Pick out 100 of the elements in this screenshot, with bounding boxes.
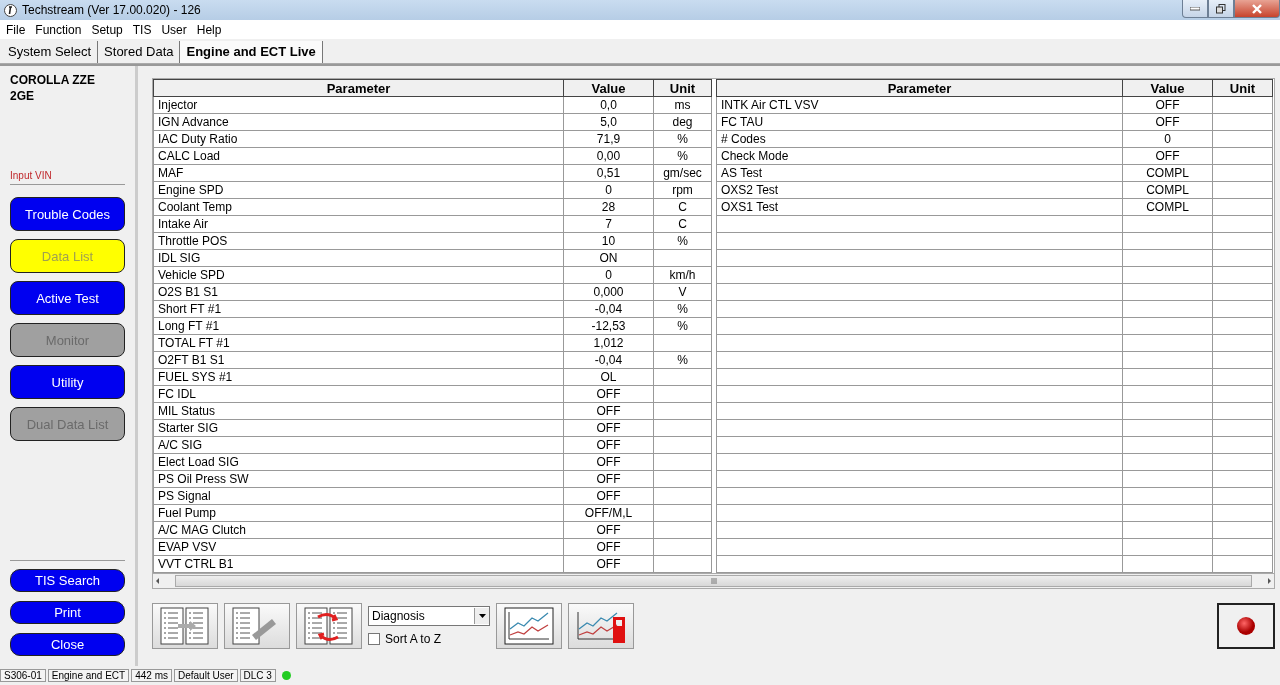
menu-item[interactable]: Function — [31, 22, 88, 37]
table-cell: 0 — [1122, 130, 1213, 148]
table-cell: -0,04 — [563, 351, 654, 369]
table-cell: OXS2 Test — [716, 181, 1123, 199]
table-cell: Fuel Pump — [153, 504, 564, 522]
table-cell: Starter SIG — [153, 419, 564, 437]
table-cell: AS Test — [716, 164, 1123, 182]
table-cell: MAF — [153, 164, 564, 182]
record-button[interactable] — [1217, 603, 1275, 649]
tab[interactable]: Engine and ECT Live — [180, 41, 323, 63]
status-field: S306-01 — [0, 669, 46, 682]
table-cell: OFF — [563, 402, 654, 420]
table-cell: % — [653, 130, 712, 148]
table-cell: A/C SIG — [153, 436, 564, 454]
list-transfer-icon — [160, 607, 210, 645]
maximize-button[interactable] — [1208, 0, 1234, 18]
sidebar-button[interactable]: Trouble Codes — [10, 197, 125, 231]
maximize-icon — [1216, 3, 1226, 14]
sidebar-button[interactable]: Print — [10, 601, 125, 624]
table-cell: 0,51 — [563, 164, 654, 182]
table-cell: OFF — [563, 538, 654, 556]
menu-item[interactable]: User — [157, 22, 193, 37]
table-cell: C — [653, 198, 712, 216]
table-cell: FUEL SYS #1 — [153, 368, 564, 386]
table-cell: 28 — [563, 198, 654, 216]
table-cell: rpm — [653, 181, 712, 199]
table-cell: PS Signal — [153, 487, 564, 505]
column-header[interactable]: Value — [1122, 79, 1213, 97]
sort-checkbox[interactable] — [368, 633, 380, 645]
window-title: Techstream (Ver 17.00.020) - 126 — [22, 3, 201, 17]
column-header[interactable]: Unit — [653, 79, 712, 97]
swap-list-button[interactable] — [296, 603, 362, 649]
mode-dropdown[interactable]: Diagnosis — [368, 606, 490, 626]
table-cell: OFF — [1122, 113, 1213, 131]
table-cell: OFF — [563, 453, 654, 471]
vehicle-name: COROLLA ZZE 2GE — [10, 72, 96, 104]
horizontal-scrollbar[interactable] — [152, 573, 1275, 589]
table-cell: % — [653, 351, 712, 369]
table-cell: OL — [563, 368, 654, 386]
sidebar-button[interactable]: TIS Search — [10, 569, 125, 592]
table-cell: 0,000 — [563, 283, 654, 301]
table-cell: O2FT B1 S1 — [153, 351, 564, 369]
menu-item[interactable]: TIS — [128, 22, 158, 37]
caret-icon — [478, 614, 486, 618]
edit-list-button[interactable] — [224, 603, 290, 649]
table-cell: Intake Air — [153, 215, 564, 233]
table-cell: V — [653, 283, 712, 301]
table-cell: OFF — [563, 436, 654, 454]
table-cell: % — [653, 232, 712, 250]
table-cell: ON — [563, 249, 654, 267]
table-cell: OFF — [563, 385, 654, 403]
input-vin-link[interactable]: Input VIN — [10, 170, 125, 185]
close-icon — [1252, 3, 1262, 14]
close-button[interactable] — [1234, 0, 1280, 18]
sidebar-button[interactable]: Close — [10, 633, 125, 656]
table-cell: OFF — [563, 555, 654, 573]
menu-item[interactable]: Setup — [87, 22, 129, 37]
table-cell: ms — [653, 96, 712, 114]
column-header[interactable]: Value — [563, 79, 654, 97]
table-cell: FC TAU — [716, 113, 1123, 131]
table-cell: COMPL — [1122, 164, 1213, 182]
table-cell: IAC Duty Ratio — [153, 130, 564, 148]
minimize-icon — [1190, 6, 1200, 11]
table-cell: 0,00 — [563, 147, 654, 165]
table-cell: Engine SPD — [153, 181, 564, 199]
table-cell: OFF — [1122, 147, 1213, 165]
table-cell: A/C MAG Clutch — [153, 521, 564, 539]
transfer-list-button[interactable] — [152, 603, 218, 649]
table-cell: deg — [653, 113, 712, 131]
table-cell: IDL SIG — [153, 249, 564, 267]
table-cell: O2S B1 S1 — [153, 283, 564, 301]
column-header[interactable]: Parameter — [153, 79, 564, 97]
table-cell: IGN Advance — [153, 113, 564, 131]
table-cell: Injector — [153, 96, 564, 114]
table-cell: Short FT #1 — [153, 300, 564, 318]
table-cell: INTK Air CTL VSV — [716, 96, 1123, 114]
sidebar-button[interactable]: Active Test — [10, 281, 125, 315]
table-cell: TOTAL FT #1 — [153, 334, 564, 352]
table-cell: OFF — [563, 470, 654, 488]
table-cell: OXS1 Test — [716, 198, 1123, 216]
sidebar-button[interactable]: Utility — [10, 365, 125, 399]
table-cell: Check Mode — [716, 147, 1123, 165]
table-cell: 0 — [563, 266, 654, 284]
column-header[interactable]: Unit — [1212, 79, 1273, 97]
graph-fuel-button[interactable] — [568, 603, 634, 649]
table-cell: VVT CTRL B1 — [153, 555, 564, 573]
menu-item[interactable]: Help — [192, 22, 228, 37]
column-header[interactable]: Parameter — [716, 79, 1123, 97]
graph-button[interactable] — [496, 603, 562, 649]
table-cell: -12,53 — [563, 317, 654, 335]
table-cell: 1,012 — [563, 334, 654, 352]
table-cell: OFF — [563, 521, 654, 539]
table-cell: gm/sec — [653, 164, 712, 182]
app-logo-icon — [4, 3, 17, 17]
line-chart-icon — [504, 607, 554, 645]
table-cell: % — [653, 300, 712, 318]
table-cell: COMPL — [1122, 198, 1213, 216]
menu-item[interactable]: File — [2, 22, 32, 37]
table-cell: Elect Load SIG — [153, 453, 564, 471]
table-cell: Coolant Temp — [153, 198, 564, 216]
